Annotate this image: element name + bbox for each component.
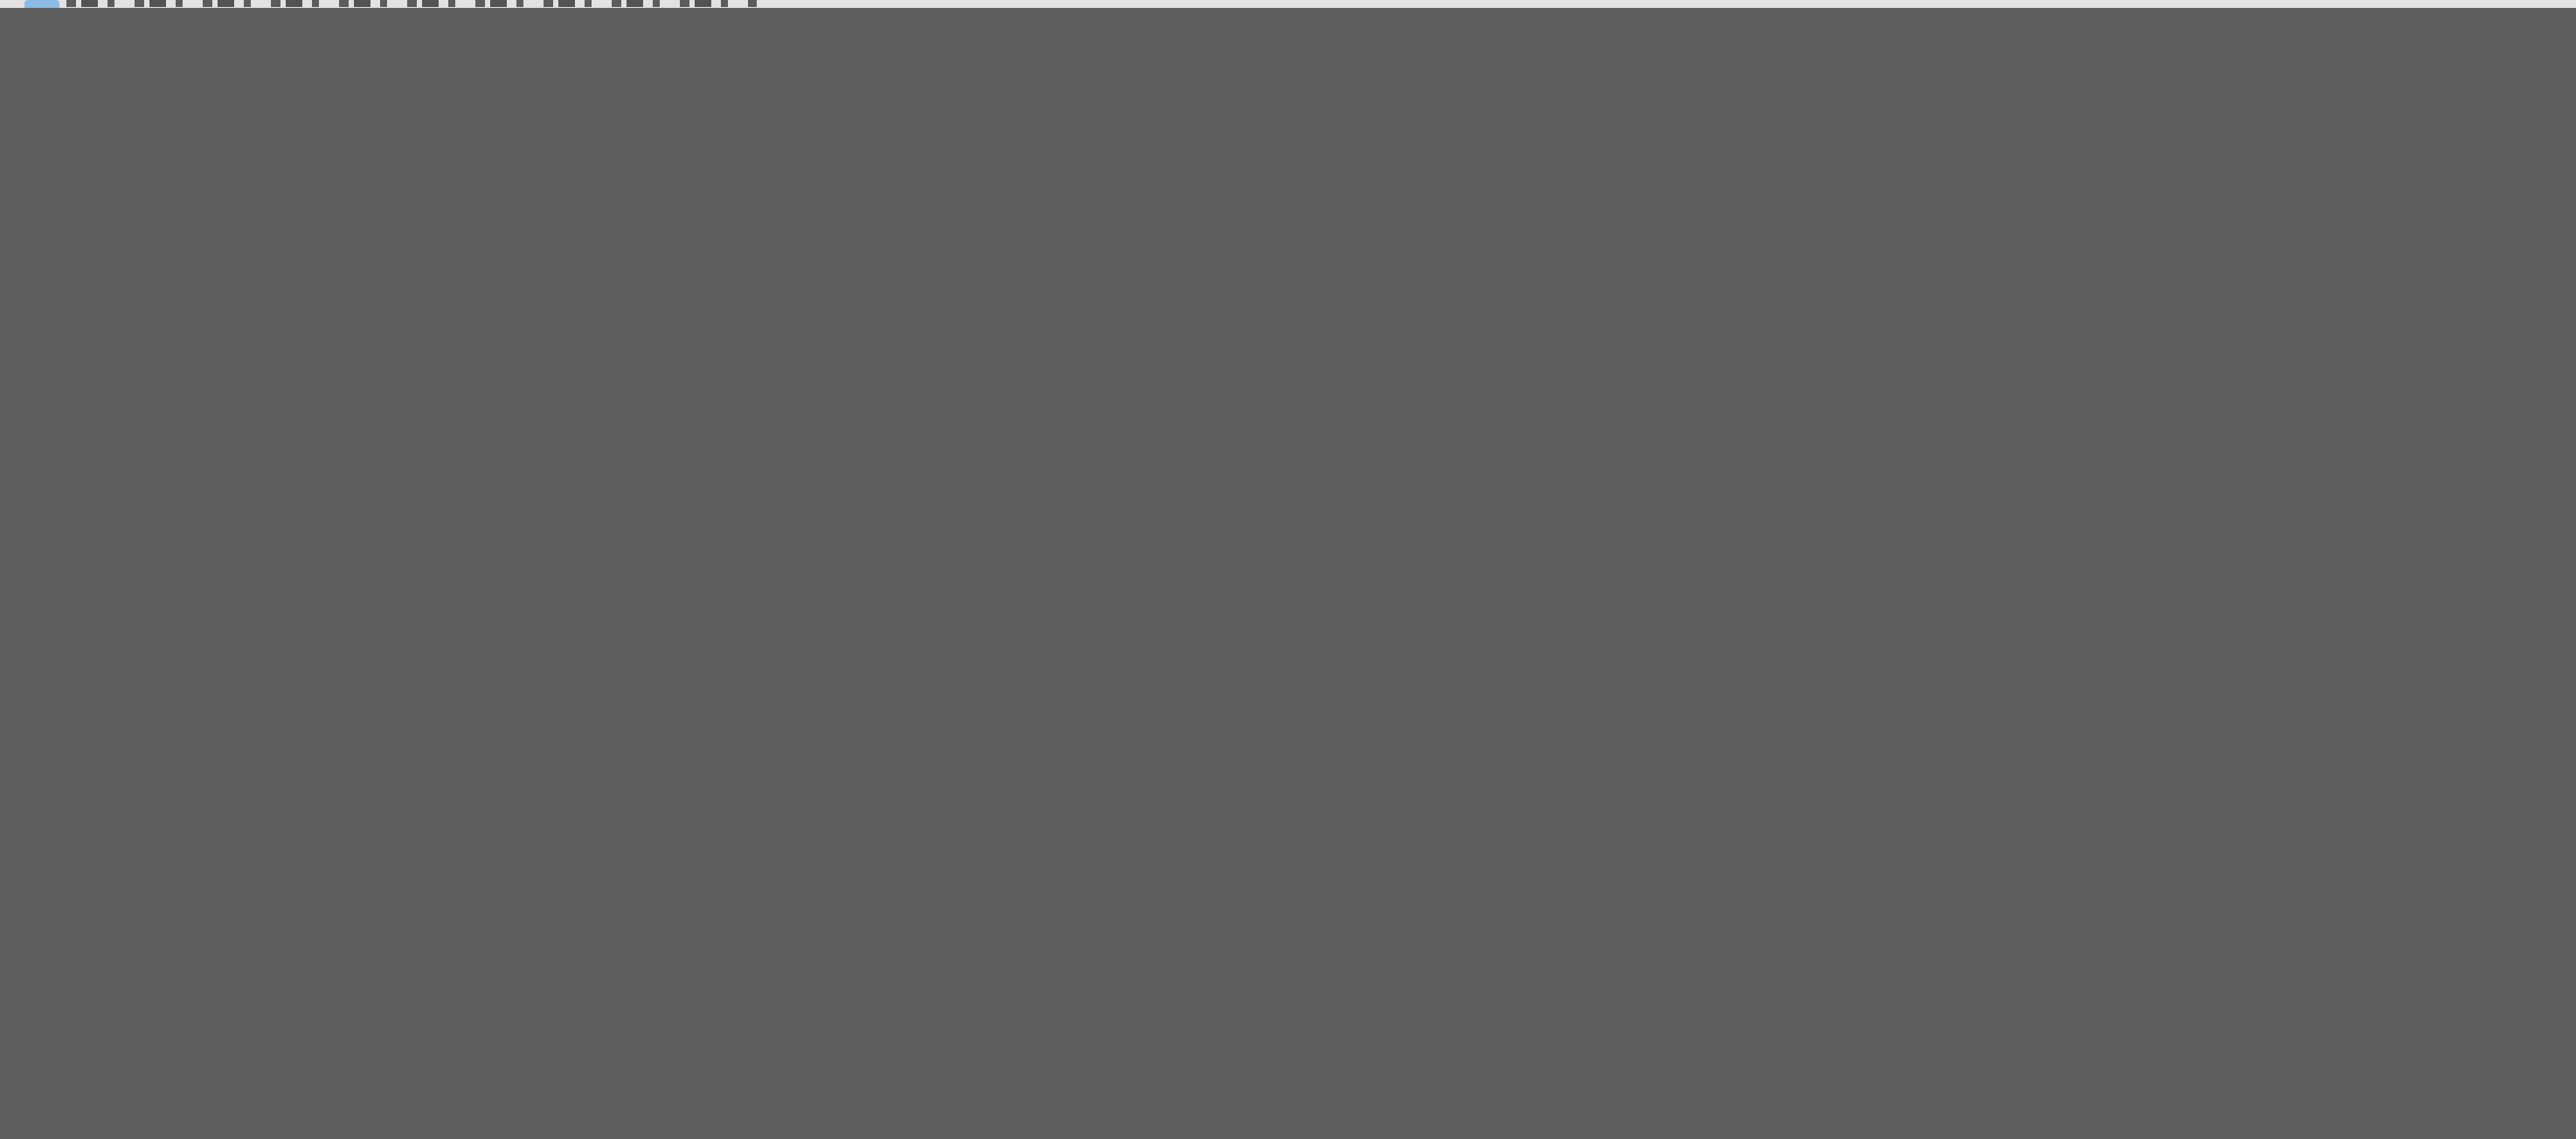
background-tab-fragment: [24, 0, 59, 8]
background-window-sliver: [0, 0, 2576, 8]
background-text-fragment: [66, 0, 757, 7]
